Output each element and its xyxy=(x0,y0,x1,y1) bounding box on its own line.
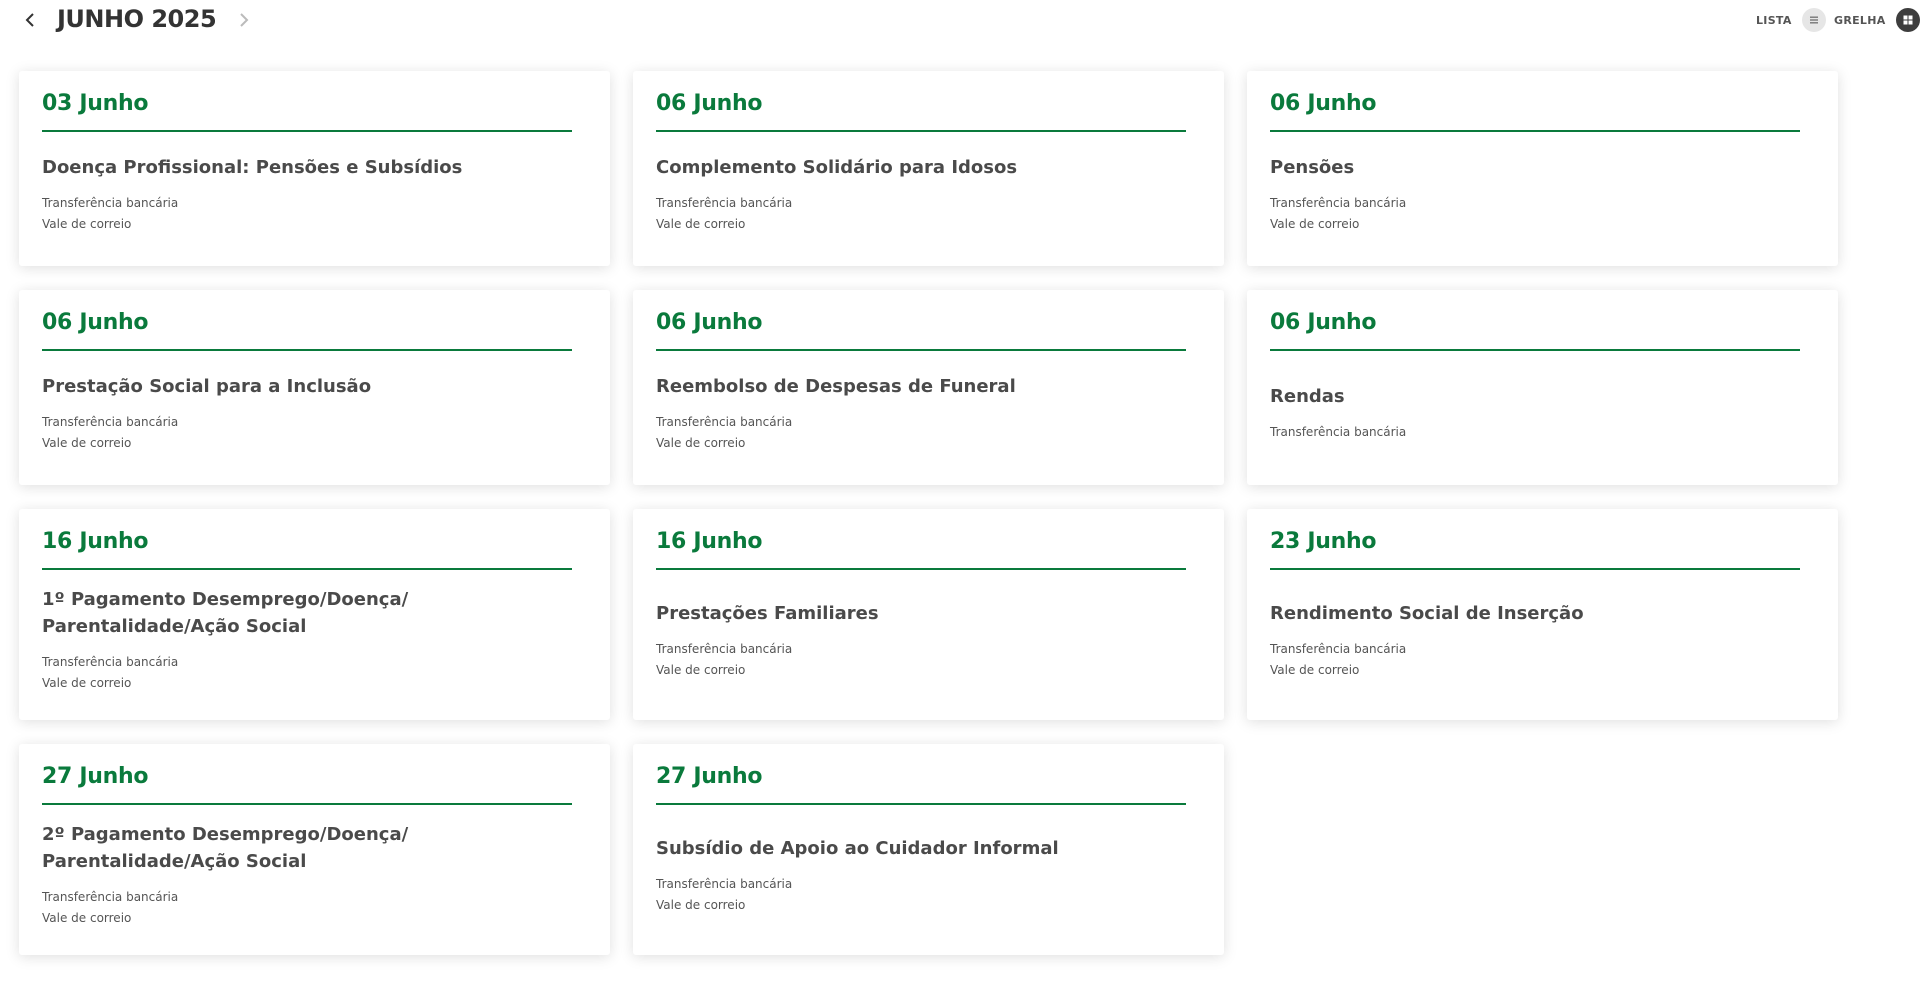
payment-details: Complemento Solidário para Idosos Transfe… xyxy=(656,132,1186,240)
payment-card: 16 Junho 1º Pagamento Desemprego/Doença/ … xyxy=(19,509,610,720)
payment-details: 2º Pagamento Desemprego/Doença/ Parental… xyxy=(42,805,572,929)
payment-details: Reembolso de Despesas de Funeral Transfer… xyxy=(656,351,1186,459)
payment-date: 06 Junho xyxy=(656,310,1186,351)
month-title: JUNHO 2025 xyxy=(57,5,217,33)
next-month-button[interactable] xyxy=(230,6,258,34)
payment-details: Pensões Transferência bancária Vale de cor… xyxy=(1270,132,1800,240)
payment-method: Vale de correio xyxy=(1270,662,1360,677)
payment-date: 06 Junho xyxy=(1270,91,1800,132)
payment-details: Rendimento Social de Inserção Transferênc… xyxy=(1270,570,1800,694)
payment-date: 06 Junho xyxy=(656,91,1186,132)
payment-method: Transferência bancária xyxy=(1270,641,1407,656)
payment-title: 1º Pagamento Desemprego/Doença/ Parental… xyxy=(42,589,409,637)
payment-card: 27 Junho Subsídio de Apoio ao Cuidador In… xyxy=(633,744,1224,955)
payment-method: Transferência bancária xyxy=(656,195,793,210)
payment-method: Vale de correio xyxy=(656,216,746,231)
payment-details: Subsídio de Apoio ao Cuidador Informal Tr… xyxy=(656,805,1186,929)
payment-card: 03 Junho Doença Profissional: Pensões e S… xyxy=(19,71,610,266)
payment-date: 27 Junho xyxy=(42,764,572,805)
payment-method: Transferência bancária xyxy=(42,655,179,669)
payment-title: Complemento Solidário para Idosos xyxy=(656,156,1018,178)
calendar-header: JUNHO 2025 LISTA GRELHA xyxy=(0,0,1920,44)
payment-method: Vale de correio xyxy=(656,897,746,912)
chevron-right-icon xyxy=(240,13,249,27)
payment-card: 23 Junho Rendimento Social de Inserção Tra… xyxy=(1247,509,1838,720)
grid-view-button[interactable] xyxy=(1895,8,1920,32)
payment-card: 27 Junho 2º Pagamento Desemprego/Doença/ … xyxy=(19,744,610,955)
payment-method: Transferência bancária xyxy=(42,890,179,904)
payment-method: Transferência bancária xyxy=(1270,425,1407,439)
payment-details: Prestação Social para a Inclusão Transfer… xyxy=(42,351,572,459)
payment-details: Doença Profissional: Pensões e Subsídios… xyxy=(42,132,572,240)
grid-view-label: GRELHA xyxy=(1834,13,1886,27)
payment-method: Vale de correio xyxy=(656,662,746,677)
payment-card: 06 Junho Pensões Transferência bancária Val… xyxy=(1247,71,1838,266)
payment-method: Transferência bancária xyxy=(42,195,179,210)
payment-title: Pensões xyxy=(1270,156,1355,178)
payment-date: 06 Junho xyxy=(1270,310,1800,351)
payment-method: Transferência bancária xyxy=(42,414,179,429)
payment-card: 16 Junho Prestações Familiares Transferênc… xyxy=(633,509,1224,720)
payment-details: 1º Pagamento Desemprego/Doença/ Parental… xyxy=(42,570,572,694)
previous-month-button[interactable] xyxy=(16,6,44,34)
payment-title: Rendimento Social de Inserção xyxy=(1270,602,1584,624)
payment-date: 03 Junho xyxy=(42,91,572,132)
payment-title: Doença Profissional: Pensões e Subsídios xyxy=(42,156,463,178)
payment-date: 16 Junho xyxy=(42,529,572,570)
payment-method: Transferência bancária xyxy=(1270,195,1407,210)
payment-method: Vale de correio xyxy=(42,676,132,690)
payment-method: Transferência bancária xyxy=(656,876,793,891)
list-view-label: LISTA xyxy=(1756,13,1792,27)
payment-title: Prestação Social para a Inclusão xyxy=(42,375,372,397)
payment-date: 23 Junho xyxy=(1270,529,1800,570)
payment-calendar-grid: 03 Junho Doença Profissional: Pensões e S… xyxy=(19,71,1841,955)
payment-card: 06 Junho Rendas Transferência bancária xyxy=(1247,290,1838,485)
payment-method: Vale de correio xyxy=(1270,216,1360,231)
payment-method: Vale de correio xyxy=(42,216,132,231)
grid-view-toggle[interactable]: GRELHA xyxy=(1834,8,1920,32)
payment-title: 2º Pagamento Desemprego/Doença/ Parental… xyxy=(42,824,409,872)
chevron-left-icon xyxy=(25,13,34,27)
grid-icon xyxy=(1903,15,1913,25)
payment-method: Vale de correio xyxy=(42,911,132,925)
payment-title: Subsídio de Apoio ao Cuidador Informal xyxy=(656,837,1059,859)
payment-card: 06 Junho Complemento Solidário para Idoso… xyxy=(633,71,1224,266)
payment-card: 06 Junho Reembolso de Despesas de Funeral… xyxy=(633,290,1224,485)
payment-method: Vale de correio xyxy=(42,435,132,450)
payment-date: 16 Junho xyxy=(656,529,1186,570)
payment-method: Transferência bancária xyxy=(656,414,793,429)
payment-title: Rendas xyxy=(1270,386,1345,407)
list-view-toggle[interactable]: LISTA xyxy=(1756,8,1826,32)
payment-title: Reembolso de Despesas de Funeral xyxy=(656,375,1016,397)
payment-title: Prestações Familiares xyxy=(656,602,879,624)
list-icon xyxy=(1809,16,1818,24)
payment-card: 06 Junho Prestação Social para a Inclusão… xyxy=(19,290,610,485)
list-view-button[interactable] xyxy=(1801,8,1826,32)
payment-method: Transferência bancária xyxy=(656,641,793,656)
payment-details: Prestações Familiares Transferência bancá… xyxy=(656,570,1186,694)
payment-method: Vale de correio xyxy=(656,435,746,450)
payment-details: Rendas Transferência bancária xyxy=(1270,351,1800,459)
payment-date: 27 Junho xyxy=(656,764,1186,805)
payment-date: 06 Junho xyxy=(42,310,572,351)
